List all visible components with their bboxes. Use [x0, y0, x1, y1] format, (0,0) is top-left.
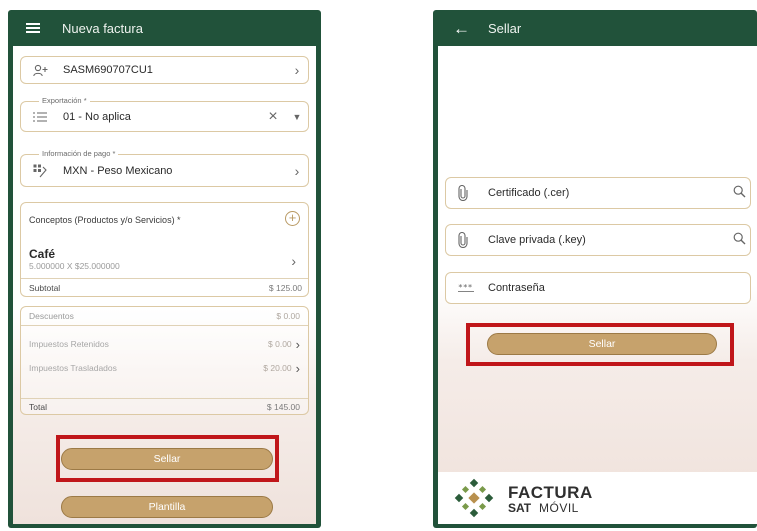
clear-icon[interactable]: ×: [260, 108, 286, 126]
add-circle-icon[interactable]: +: [285, 211, 300, 226]
certificado-label: Certificado (.cer): [488, 187, 570, 199]
conceptos-card: Conceptos (Productos y/o Servicios) * + …: [20, 202, 309, 297]
password-icon: ***: [458, 284, 482, 292]
list-icon: [33, 111, 57, 122]
dropdown-caret-icon[interactable]: ▼: [286, 112, 308, 122]
search-icon[interactable]: [728, 185, 750, 201]
subtotal-value: $ 125.00: [268, 282, 302, 293]
app-bar: ← Sellar: [433, 10, 757, 46]
screen-content: Certificado (.cer) Clave privada (.key) …: [438, 46, 757, 524]
logo-sat-text: SAT: [508, 501, 532, 515]
screen-content: SASM690707CU1 › Exportación * 01 - No ap…: [13, 46, 316, 524]
page-title: Sellar: [488, 20, 522, 36]
descuentos-label: Descuentos: [29, 311, 74, 321]
arrow-left-icon[interactable]: ←: [453, 20, 470, 37]
svg-text:***: ***: [458, 284, 473, 292]
sellar-highlight-box: [56, 435, 279, 482]
chevron-right-icon: ›: [295, 336, 300, 352]
exportacion-value: 01 - No aplica: [63, 110, 131, 123]
paperclip-icon: [458, 185, 482, 201]
descuentos-row: Descuentos $ 0.00: [21, 307, 308, 326]
add-person-icon: [33, 64, 57, 77]
chevron-right-icon: ›: [295, 360, 300, 376]
logo-factura-text: FACTURA: [508, 483, 593, 502]
nueva-factura-screen: Nueva factura SASM690707CU1 › Exportació…: [8, 10, 321, 528]
conceptos-title: Conceptos (Productos y/o Servicios) *: [29, 215, 181, 225]
page-title: Nueva factura: [62, 20, 143, 36]
chevron-right-icon: ›: [294, 162, 300, 179]
clave-privada-label: Clave privada (.key): [488, 234, 586, 246]
exportacion-label: Exportación *: [39, 96, 90, 106]
totals-card: Descuentos $ 0.00 Impuestos Retenidos $ …: [20, 306, 309, 415]
contrasena-label: Contraseña: [488, 282, 545, 294]
paperclip-icon: [458, 232, 482, 248]
clave-privada-field[interactable]: Clave privada (.key): [445, 224, 751, 256]
plantilla-button[interactable]: Plantilla: [61, 496, 273, 518]
sellar-highlight-box: [466, 323, 734, 366]
total-row: Total $ 145.00: [21, 398, 308, 414]
contrasena-field[interactable]: *** Contraseña: [445, 272, 751, 304]
receptor-field[interactable]: SASM690707CU1 ›: [20, 56, 309, 84]
subtotal-row: Subtotal $ 125.00: [21, 278, 308, 296]
chevron-right-icon: ›: [294, 62, 300, 78]
exportacion-select[interactable]: Exportación * 01 - No aplica × ▼: [20, 96, 309, 132]
menu-icon[interactable]: [26, 23, 40, 33]
informacion-pago-field[interactable]: Información de pago * MXN - Peso Mexican…: [20, 149, 309, 187]
concepto-item-detail: 5.000000 X $25.000000: [29, 261, 120, 271]
certificado-field[interactable]: Certificado (.cer): [445, 177, 751, 209]
impuestos-retenidos-label: Impuestos Retenidos: [29, 339, 109, 349]
impuestos-trasladados-value: $ 20.00: [263, 363, 292, 373]
total-value: $ 145.00: [266, 401, 300, 412]
impuestos-retenidos-row[interactable]: Impuestos Retenidos $ 0.00 ›: [21, 335, 308, 353]
impuestos-trasladados-row[interactable]: Impuestos Trasladados $ 20.00 ›: [21, 359, 308, 377]
subtotal-label: Subtotal: [29, 282, 61, 293]
descuentos-value: $ 0.00: [276, 311, 300, 321]
impuestos-trasladados-label: Impuestos Trasladados: [29, 363, 117, 373]
search-icon[interactable]: [728, 232, 750, 248]
receptor-value: SASM690707CU1: [63, 64, 153, 76]
factura-sat-movil-logo: FACTURA SAT MÓVIL: [438, 472, 757, 524]
chevron-right-icon[interactable]: ›: [291, 253, 296, 269]
concepto-item-name[interactable]: Café: [29, 247, 55, 261]
logo-mark-icon: [454, 478, 494, 518]
app-bar: Nueva factura: [8, 10, 321, 46]
logo-movil-text: MÓVIL: [539, 501, 579, 515]
impuestos-retenidos-value: $ 0.00: [268, 339, 292, 349]
total-label: Total: [29, 401, 47, 412]
informacion-pago-value: MXN - Peso Mexicano: [63, 164, 173, 177]
sellar-screen: ← Sellar Certificado (.cer) Clave privad…: [433, 10, 757, 528]
payment-icon: [33, 164, 57, 178]
informacion-pago-label: Información de pago *: [39, 149, 119, 159]
